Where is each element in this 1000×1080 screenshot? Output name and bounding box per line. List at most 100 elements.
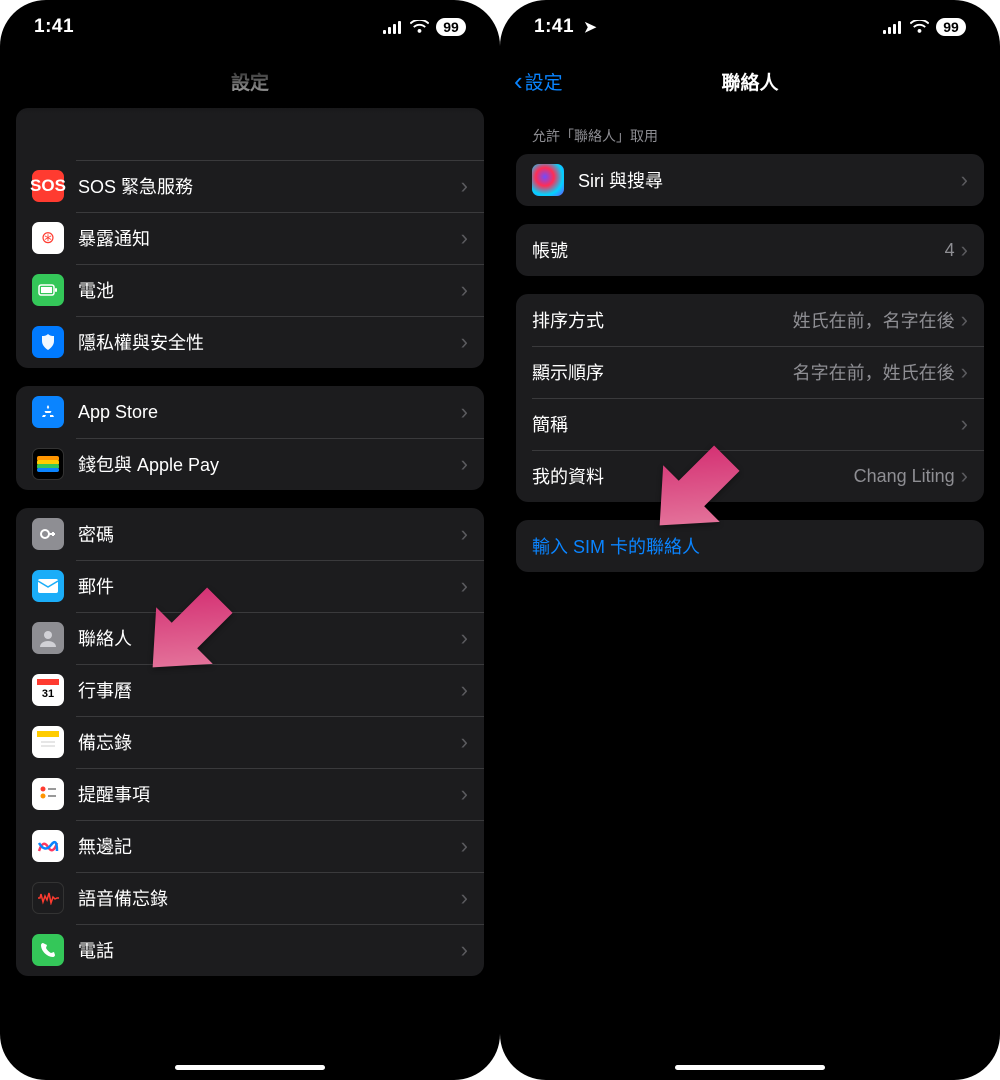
row-value: 4 [945,240,955,261]
list-item-display-order[interactable]: 顯示順序 名字在前，姓氏在後 › [516,346,984,398]
svg-text:31: 31 [42,688,54,700]
mail-icon [32,570,64,602]
row-label: 暴露通知 [78,225,461,251]
list-item-passwords[interactable]: 密碼 › [16,508,484,560]
status-bar: 1:41 99 [0,0,500,54]
row-label: 提醒事項 [78,781,461,807]
chevron-right-icon: › [461,937,468,963]
status-time: 1:41 ➤ [534,16,597,38]
row-label: 郵件 [78,573,461,599]
list-item-phone[interactable]: 電話 › [16,924,484,976]
row-label: 顯示順序 [532,359,793,385]
group-import: 輸入 SIM 卡的聯絡人 [516,520,984,572]
row-label: SOS 緊急服務 [78,173,461,199]
list-item-contacts[interactable]: 聯絡人 › [16,612,484,664]
row-label: 輸入 SIM 卡的聯絡人 [532,533,968,559]
list-item-voicememos[interactable]: 語音備忘錄 › [16,872,484,924]
phone-settings: 1:41 99 設定 SOS SOS 緊急服務 › ⊛ 暴露通知 › [0,0,500,1080]
page-title: 設定 [231,68,269,95]
cellular-icon [883,21,903,34]
list-item-sos[interactable]: SOS SOS 緊急服務 › [16,160,484,212]
battery-badge: 99 [436,18,466,36]
list-item-calendar[interactable]: 31 行事曆 › [16,664,484,716]
settings-group-store: App Store › 錢包與 Apple Pay › [16,386,484,490]
home-indicator[interactable] [175,1065,325,1070]
chevron-right-icon: › [461,329,468,355]
chevron-right-icon: › [461,173,468,199]
chevron-right-icon: › [461,885,468,911]
page-title: 聯絡人 [721,68,778,95]
nav-bar: ‹ 設定 聯絡人 [500,54,1000,108]
list-item-appstore[interactable]: App Store › [16,386,484,438]
reminders-icon [32,778,64,810]
chevron-right-icon: › [961,167,968,193]
cellular-icon [383,21,403,34]
privacy-icon [32,326,64,358]
list-item-notes[interactable]: 備忘錄 › [16,716,484,768]
chevron-left-icon: ‹ [514,68,523,94]
chevron-right-icon: › [961,359,968,385]
chevron-right-icon: › [961,237,968,263]
voicememo-icon [32,882,64,914]
contacts-icon [32,622,64,654]
list-item-privacy[interactable]: 隱私權與安全性 › [16,316,484,368]
nav-bar: 設定 [0,54,500,108]
row-label: 帳號 [532,237,945,263]
back-label: 設定 [525,68,563,95]
chevron-right-icon: › [461,277,468,303]
battery-icon [32,274,64,306]
row-label: 電話 [78,937,461,963]
key-icon [32,518,64,550]
phone-contacts-settings: 1:41 ➤ 99 ‹ 設定 聯絡人 允許「聯絡人」取用 Siri 與搜尋 › [500,0,1000,1080]
chevron-right-icon: › [461,781,468,807]
chevron-right-icon: › [961,307,968,333]
list-item-siri[interactable]: Siri 與搜尋 › [516,154,984,206]
list-item-exposure[interactable]: ⊛ 暴露通知 › [16,212,484,264]
list-item-accounts[interactable]: 帳號 4 › [516,224,984,276]
chevron-right-icon: › [461,573,468,599]
chevron-right-icon: › [461,833,468,859]
status-bar: 1:41 ➤ 99 [500,0,1000,54]
list-item[interactable] [16,108,484,160]
chevron-right-icon: › [461,399,468,425]
row-label: 聯絡人 [78,625,461,651]
list-item-battery[interactable]: 電池 › [16,264,484,316]
settings-list[interactable]: SOS SOS 緊急服務 › ⊛ 暴露通知 › 電池 › 隱私權與安全性 [0,108,500,1080]
status-indicators: 99 [383,18,466,36]
group-siri: Siri 與搜尋 › [516,154,984,206]
settings-group-apps: 密碼 › 郵件 › 聯絡人 › 31 行事曆 [16,508,484,976]
sos-icon: SOS [32,170,64,202]
list-item-sort[interactable]: 排序方式 姓氏在前，名字在後 › [516,294,984,346]
row-label: 排序方式 [532,307,793,333]
back-button[interactable]: ‹ 設定 [514,68,563,95]
settings-group-system: SOS SOS 緊急服務 › ⊛ 暴露通知 › 電池 › 隱私權與安全性 [16,108,484,368]
list-item-shortname[interactable]: 簡稱 › [516,398,984,450]
row-label: 簡稱 [532,411,961,437]
status-indicators: 99 [883,18,966,36]
chevron-right-icon: › [461,521,468,547]
home-indicator[interactable] [675,1065,825,1070]
chevron-right-icon: › [461,225,468,251]
row-value: Chang Liting [854,466,955,487]
row-label: 密碼 [78,521,461,547]
list-item-import-sim[interactable]: 輸入 SIM 卡的聯絡人 [516,520,984,572]
list-item-freeform[interactable]: 無邊記 › [16,820,484,872]
siri-icon [532,164,564,196]
appstore-icon [32,396,64,428]
row-label: Siri 與搜尋 [578,167,961,193]
list-item-mail[interactable]: 郵件 › [16,560,484,612]
row-label: 語音備忘錄 [78,885,461,911]
wifi-icon [910,20,929,34]
list-item-wallet[interactable]: 錢包與 Apple Pay › [16,438,484,490]
row-label: 無邊記 [78,833,461,859]
battery-badge: 99 [936,18,966,36]
list-item-my-info[interactable]: 我的資料 Chang Liting › [516,450,984,502]
list-item-reminders[interactable]: 提醒事項 › [16,768,484,820]
chevron-right-icon: › [461,729,468,755]
chevron-right-icon: › [461,677,468,703]
section-header: 允許「聯絡人」取用 [500,108,1000,154]
row-value: 姓氏在前，名字在後 [793,307,955,333]
row-label: 隱私權與安全性 [78,329,461,355]
contacts-settings-list[interactable]: 允許「聯絡人」取用 Siri 與搜尋 › 帳號 4 › 排序方式 姓氏在前，名字… [500,108,1000,1080]
group-display: 排序方式 姓氏在前，名字在後 › 顯示順序 名字在前，姓氏在後 › 簡稱 › 我… [516,294,984,502]
